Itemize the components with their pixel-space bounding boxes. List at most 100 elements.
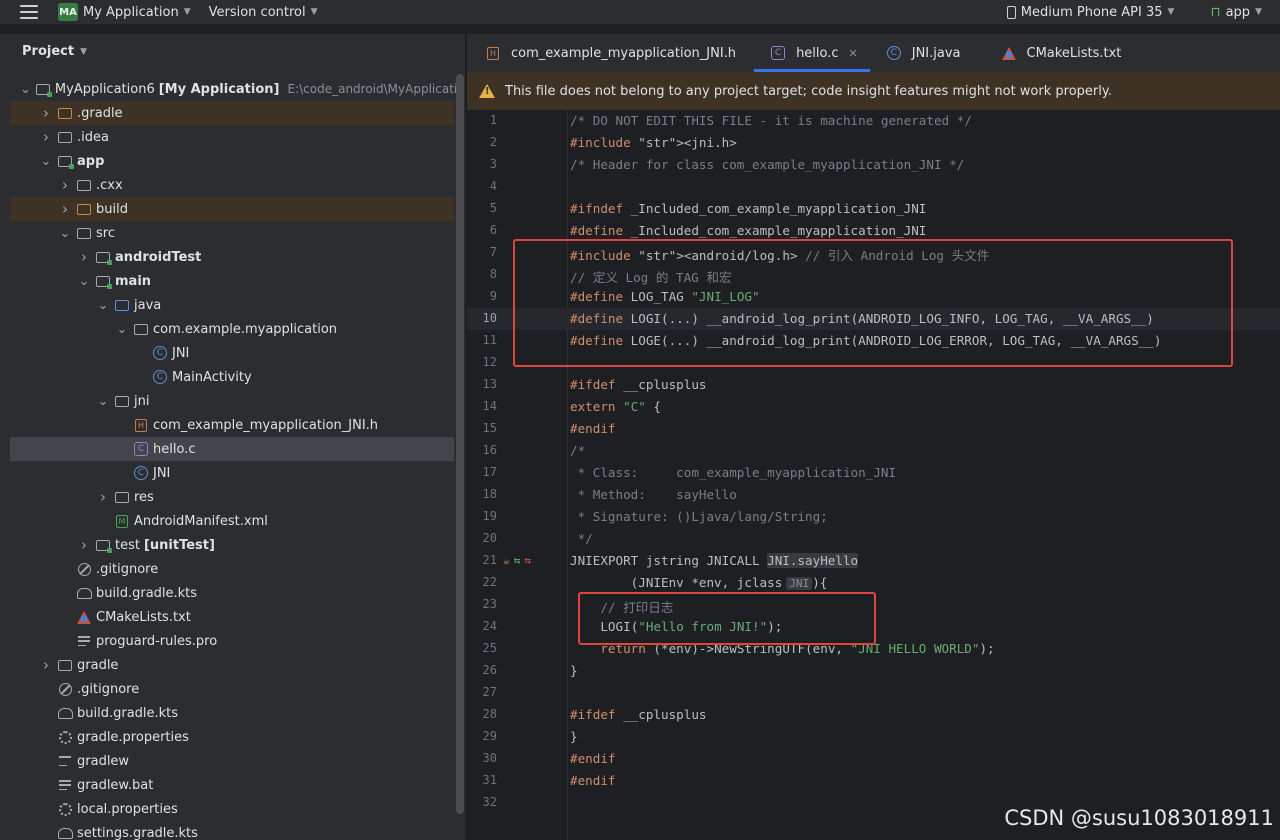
code-line[interactable]: 31 #endif — [467, 770, 1280, 792]
code-line[interactable]: 3 /* Header for class com_example_myappli… — [467, 154, 1280, 176]
tree-item[interactable]: .gitignore — [10, 677, 454, 701]
tab-com-example-myapplication-jni-h[interactable]: Hcom_example_myapplication_JNI.h — [469, 34, 748, 72]
tree-item[interactable]: C JNI — [10, 341, 454, 365]
line-number[interactable]: 23 — [467, 597, 497, 611]
chevron-down-icon[interactable]: ⌄ — [96, 298, 110, 313]
code-line[interactable]: 12 — [467, 352, 1280, 374]
tree-item[interactable]: gradle.properties — [10, 725, 454, 749]
line-number[interactable]: 20 — [467, 531, 497, 545]
line-number[interactable]: 29 — [467, 729, 497, 743]
code-line[interactable]: 15 #endif — [467, 418, 1280, 440]
project-view-selector[interactable]: Project ▼ — [22, 44, 87, 59]
chevron-right-icon[interactable]: › — [77, 536, 91, 554]
chevron-right-icon[interactable]: › — [77, 248, 91, 266]
code-line[interactable]: 4 — [467, 176, 1280, 198]
tab-hello-c[interactable]: Chello.c ✕ — [754, 34, 870, 72]
tree-item[interactable]: Chello.c — [10, 437, 454, 461]
line-number[interactable]: 1 — [467, 113, 497, 127]
line-number[interactable]: 27 — [467, 685, 497, 699]
tree-item[interactable]: C MainActivity — [10, 365, 454, 389]
code-line[interactable]: 28 #ifdef __cplusplus — [467, 704, 1280, 726]
line-number[interactable]: 2 — [467, 135, 497, 149]
code-line[interactable]: 25 return (*env)->NewStringUTF(env, "JNI… — [467, 638, 1280, 660]
code-line[interactable]: 16 /* — [467, 440, 1280, 462]
code-line[interactable]: 26} — [467, 660, 1280, 682]
chevron-down-icon[interactable]: ⌄ — [39, 154, 53, 169]
close-icon[interactable]: ✕ — [849, 47, 858, 60]
code-line[interactable]: 23 // 打印日志 — [467, 594, 1280, 616]
tree-item[interactable]: proguard-rules.pro — [10, 629, 454, 653]
line-number[interactable]: 3 — [467, 157, 497, 171]
line-number[interactable]: 8 — [467, 267, 497, 281]
tree-item[interactable]: ⌄ java — [10, 293, 454, 317]
line-number[interactable]: 4 — [467, 179, 497, 193]
line-number[interactable]: 10 — [467, 311, 497, 325]
tree-item[interactable]: ⌄ MyApplication6 [My Application] E:\code_a… — [10, 77, 465, 101]
tree-item[interactable]: › test [unitTest] — [10, 533, 454, 557]
tree-item[interactable]: CMakeLists.txt — [10, 605, 454, 629]
code-line[interactable]: 1 /* DO NOT EDIT THIS FILE - it is machin… — [467, 110, 1280, 132]
tree-item[interactable]: ⌄ jni — [10, 389, 454, 413]
code-line[interactable]: 18 * Method: sayHello — [467, 484, 1280, 506]
tree-item[interactable]: ⌄ com.example.myapplication — [10, 317, 454, 341]
tab-cmakelists-txt[interactable]: CMakeLists.txt — [985, 34, 1134, 72]
navigate-arrow-icon[interactable]: ⇆ — [524, 554, 531, 567]
code-line[interactable]: 17 * Class: com_example_myapplication_JN… — [467, 462, 1280, 484]
code-line[interactable]: 10 #define LOGI(...) __android_log_print(… — [467, 308, 1280, 330]
line-number[interactable]: 12 — [467, 355, 497, 369]
code-line[interactable]: 19 * Signature: ()Ljava/lang/String; — [467, 506, 1280, 528]
code-line[interactable]: 5 #ifndef _Included_com_example_myapplica… — [467, 198, 1280, 220]
chevron-right-icon[interactable]: › — [39, 656, 53, 674]
run-config-selector[interactable]: ⊓ app ▼ — [1210, 5, 1262, 20]
chevron-down-icon[interactable]: ⌄ — [58, 226, 72, 241]
chevron-right-icon[interactable]: › — [39, 104, 53, 122]
line-number[interactable]: 30 — [467, 751, 497, 765]
tree-item[interactable]: gradlew — [10, 749, 454, 773]
line-number[interactable]: 28 — [467, 707, 497, 721]
tree-item[interactable]: build.gradle.kts — [10, 581, 454, 605]
chevron-right-icon[interactable]: › — [58, 200, 72, 218]
code-line[interactable]: 6 #define _Included_com_example_myapplica… — [467, 220, 1280, 242]
line-number[interactable]: 19 — [467, 509, 497, 523]
gutter-navigation-icons[interactable]: ☕ ⇆ ⇆ — [503, 554, 531, 567]
project-switcher[interactable]: MA My Application ▼ — [58, 3, 191, 21]
chevron-right-icon[interactable]: › — [39, 128, 53, 146]
tree-item[interactable]: › .idea — [10, 125, 454, 149]
code-line[interactable]: 20 */ — [467, 528, 1280, 550]
code-line[interactable]: 2 #include "str"><jni.h> — [467, 132, 1280, 154]
tree-item[interactable]: .gitignore — [10, 557, 454, 581]
coffee-icon[interactable]: ☕ — [503, 554, 510, 567]
code-line[interactable]: 8 // 定义 Log 的 TAG 和宏 — [467, 264, 1280, 286]
line-number[interactable]: 13 — [467, 377, 497, 391]
chevron-right-icon[interactable]: › — [58, 176, 72, 194]
line-number[interactable]: 21 — [467, 553, 497, 567]
tree-item[interactable]: M AndroidManifest.xml — [10, 509, 454, 533]
tree-item[interactable]: › res — [10, 485, 454, 509]
chevron-down-icon[interactable]: ⌄ — [77, 274, 91, 289]
code-line[interactable]: 27 — [467, 682, 1280, 704]
chevron-down-icon[interactable]: ⌄ — [115, 322, 129, 337]
tab-jni-java[interactable]: C JNI.java — [870, 34, 973, 72]
line-number[interactable]: 11 — [467, 333, 497, 347]
tree-item[interactable]: local.properties — [10, 797, 454, 821]
line-number[interactable]: 32 — [467, 795, 497, 809]
line-number[interactable]: 9 — [467, 289, 497, 303]
chevron-down-icon[interactable]: ⌄ — [96, 394, 110, 409]
tree-item[interactable]: settings.gradle.kts — [10, 821, 454, 840]
tree-item[interactable]: › androidTest — [10, 245, 454, 269]
code-line[interactable]: 24 LOGI("Hello from JNI!"); — [467, 616, 1280, 638]
main-menu-icon[interactable] — [20, 5, 38, 19]
tree-item[interactable]: › gradle — [10, 653, 454, 677]
tree-item[interactable]: gradlew.bat — [10, 773, 454, 797]
line-number[interactable]: 16 — [467, 443, 497, 457]
line-number[interactable]: 5 — [467, 201, 497, 215]
code-line[interactable]: 29} — [467, 726, 1280, 748]
line-number[interactable]: 14 — [467, 399, 497, 413]
line-number[interactable]: 24 — [467, 619, 497, 633]
project-scrollbar[interactable] — [456, 74, 464, 814]
line-number[interactable]: 17 — [467, 465, 497, 479]
navigate-arrow-icon[interactable]: ⇆ — [514, 554, 521, 567]
vcs-menu[interactable]: Version control ▼ — [209, 5, 318, 20]
tree-item[interactable]: › build — [10, 197, 454, 221]
line-number[interactable]: 22 — [467, 575, 497, 589]
